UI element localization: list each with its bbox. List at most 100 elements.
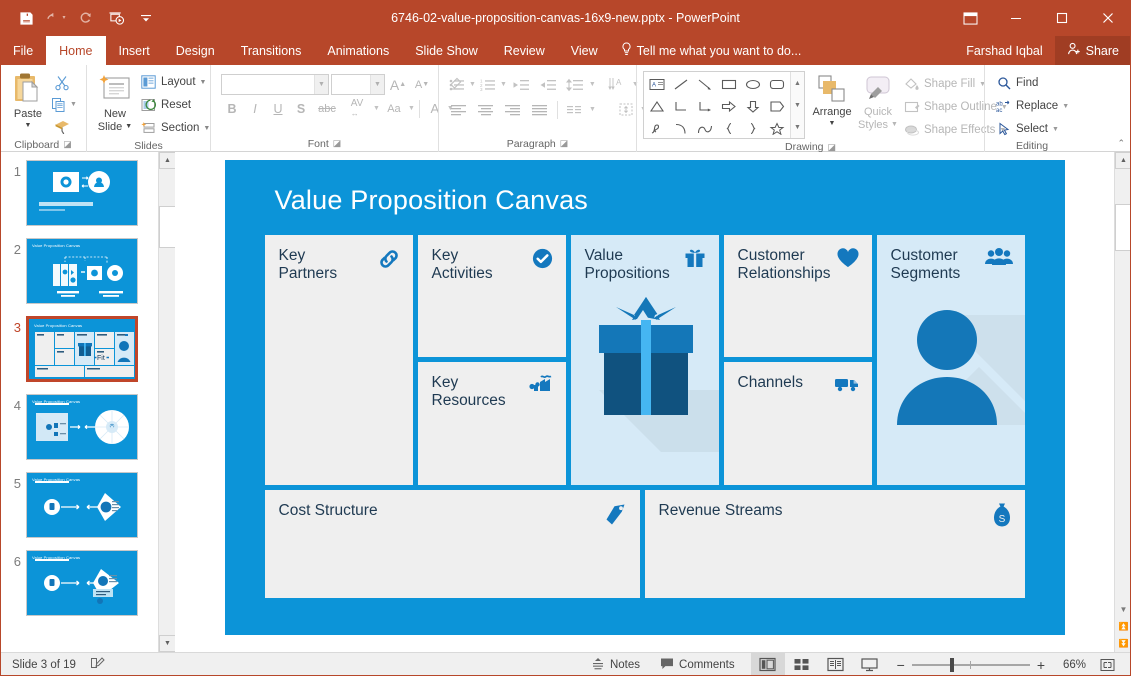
shape-down-arrow-icon[interactable]: [741, 95, 765, 117]
thumbnail-scroll-down-button[interactable]: ▼: [159, 635, 176, 652]
slide-show-button[interactable]: [853, 653, 887, 676]
shape-right-arrow-icon[interactable]: [717, 95, 741, 117]
previous-slide-button[interactable]: ⏫: [1115, 618, 1131, 635]
cell-customer-relationships[interactable]: CustomerRelationships: [724, 235, 872, 357]
tab-slide-show[interactable]: Slide Show: [402, 36, 491, 65]
slide-title[interactable]: Value Proposition Canvas: [275, 185, 588, 216]
find-button[interactable]: Find: [993, 72, 1074, 94]
tab-file[interactable]: File: [0, 36, 46, 65]
shape-arc-icon[interactable]: [669, 117, 693, 139]
zoom-slider[interactable]: [912, 658, 1030, 672]
text-direction-button[interactable]: A: [605, 74, 631, 95]
shape-textbox-icon[interactable]: A: [645, 73, 669, 95]
thumbnail-slide-2[interactable]: 2: [0, 238, 158, 304]
decrease-indent-button[interactable]: [508, 74, 534, 95]
shape-line-icon[interactable]: [669, 73, 693, 95]
tab-home[interactable]: Home: [46, 36, 105, 65]
font-dialog-launcher-icon[interactable]: ◪: [333, 138, 342, 149]
thumbnail-slide-4[interactable]: 4: [0, 394, 158, 460]
shape-rounded-rectangle-icon[interactable]: [765, 73, 789, 95]
cell-channels[interactable]: Channels Fi: [724, 362, 872, 485]
close-icon[interactable]: [1085, 0, 1131, 36]
normal-view-button[interactable]: [751, 653, 785, 676]
justify-button[interactable]: [527, 99, 553, 120]
arrange-button[interactable]: Arrange ▼: [809, 71, 855, 129]
maximize-icon[interactable]: [1039, 0, 1085, 36]
copy-button[interactable]: ▼: [51, 94, 85, 115]
layout-button[interactable]: Layout ▼: [138, 71, 215, 93]
increase-font-size-button[interactable]: A▲: [387, 74, 409, 95]
align-left-button[interactable]: [446, 99, 472, 120]
slide-sorter-button[interactable]: [785, 653, 819, 676]
save-icon[interactable]: [12, 5, 40, 31]
tell-me-search[interactable]: Tell me what you want to do...: [611, 36, 812, 65]
tab-review[interactable]: Review: [491, 36, 558, 65]
slide-scroll-up-button[interactable]: ▲: [1115, 152, 1131, 169]
shape-curve-icon[interactable]: [693, 117, 717, 139]
shape-left-brace-icon[interactable]: [717, 117, 741, 139]
thumbnail-scrollbar[interactable]: ▲ ▼: [158, 152, 175, 652]
reading-view-button[interactable]: [819, 653, 853, 676]
user-name[interactable]: Farshad Iqbal: [954, 44, 1054, 58]
bold-button[interactable]: B: [221, 98, 243, 119]
reset-button[interactable]: Reset: [138, 94, 215, 116]
font-size-input[interactable]: ▼: [331, 74, 385, 95]
thumbnail-image[interactable]: [26, 160, 138, 226]
cut-button[interactable]: [51, 72, 73, 93]
section-button[interactable]: Section ▼: [138, 117, 215, 139]
paragraph-dialog-launcher-icon[interactable]: ◪: [560, 138, 569, 149]
shapes-gallery[interactable]: A: [643, 71, 805, 139]
slide-scroll-down-button[interactable]: ▼: [1115, 601, 1131, 618]
cell-cost-structure[interactable]: Cost Structure: [265, 490, 640, 598]
thumbnail-slide-5[interactable]: 5 V: [0, 472, 158, 538]
tab-transitions[interactable]: Transitions: [228, 36, 315, 65]
zoom-out-button[interactable]: −: [897, 657, 905, 673]
thumbnail-image[interactable]: Value Proposition Canvas: [26, 238, 138, 304]
shapes-more-button[interactable]: ▼: [791, 116, 804, 138]
slide-canvas[interactable]: Value Proposition Canvas KeyPartners: [225, 160, 1065, 635]
cell-key-resources[interactable]: KeyResources: [418, 362, 566, 485]
replace-button[interactable]: abac Replace ▼: [993, 95, 1074, 117]
decrease-font-size-button[interactable]: A▼: [411, 74, 433, 95]
thumbnail-slide-6[interactable]: 6: [0, 550, 158, 616]
shapes-scroll-up-button[interactable]: ▲: [791, 72, 804, 94]
change-case-button[interactable]: Aa: [381, 98, 407, 119]
zoom-percentage[interactable]: 66%: [1052, 659, 1086, 671]
slide-scrollbar[interactable]: ▲ ▼ ⏫ ⏬: [1114, 152, 1131, 652]
slide-scrollbar-thumb[interactable]: [1115, 204, 1131, 251]
zoom-slider-handle[interactable]: [950, 658, 954, 672]
shapes-scroll-down-button[interactable]: ▼: [791, 94, 804, 116]
shape-scribble-icon[interactable]: [645, 117, 669, 139]
shape-right-brace-icon[interactable]: [741, 117, 765, 139]
thumbnail-slide-3[interactable]: 3: [0, 316, 158, 382]
shape-pentagon-tag-icon[interactable]: [765, 95, 789, 117]
customize-qat-icon[interactable]: [132, 5, 160, 31]
tab-design[interactable]: Design: [163, 36, 228, 65]
arrange-chevron-down-icon[interactable]: ▼: [829, 120, 836, 127]
shape-elbow-connector-icon[interactable]: [669, 95, 693, 117]
shape-rectangle-icon[interactable]: [717, 73, 741, 95]
zoom-in-button[interactable]: +: [1037, 657, 1045, 673]
shape-star-icon[interactable]: [765, 117, 789, 139]
text-shadow-button[interactable]: S: [290, 98, 312, 119]
format-painter-button[interactable]: [51, 116, 73, 137]
font-name-input[interactable]: ▼: [221, 74, 329, 95]
select-button[interactable]: Select ▼: [993, 118, 1074, 140]
tab-animations[interactable]: Animations: [314, 36, 402, 65]
line-spacing-button[interactable]: [562, 74, 588, 95]
quick-styles-button[interactable]: Quick Styles ▼: [855, 71, 901, 133]
shape-oval-icon[interactable]: [741, 73, 765, 95]
tab-view[interactable]: View: [558, 36, 611, 65]
cell-key-partners[interactable]: KeyPartners: [265, 235, 413, 485]
share-button[interactable]: Share: [1055, 36, 1131, 65]
align-right-button[interactable]: [500, 99, 526, 120]
shape-elbow-arrow-connector-icon[interactable]: [693, 95, 717, 117]
redo-icon[interactable]: [72, 5, 100, 31]
thumbnail-image[interactable]: Value Proposition Canvas: [26, 550, 138, 616]
underline-button[interactable]: U: [267, 98, 289, 119]
thumbnail-image[interactable]: Fit Value Proposition Canvas: [26, 316, 138, 382]
tab-insert[interactable]: Insert: [106, 36, 163, 65]
thumbnail-scrollbar-thumb[interactable]: [159, 206, 176, 248]
align-center-button[interactable]: [473, 99, 499, 120]
italic-button[interactable]: I: [244, 98, 266, 119]
